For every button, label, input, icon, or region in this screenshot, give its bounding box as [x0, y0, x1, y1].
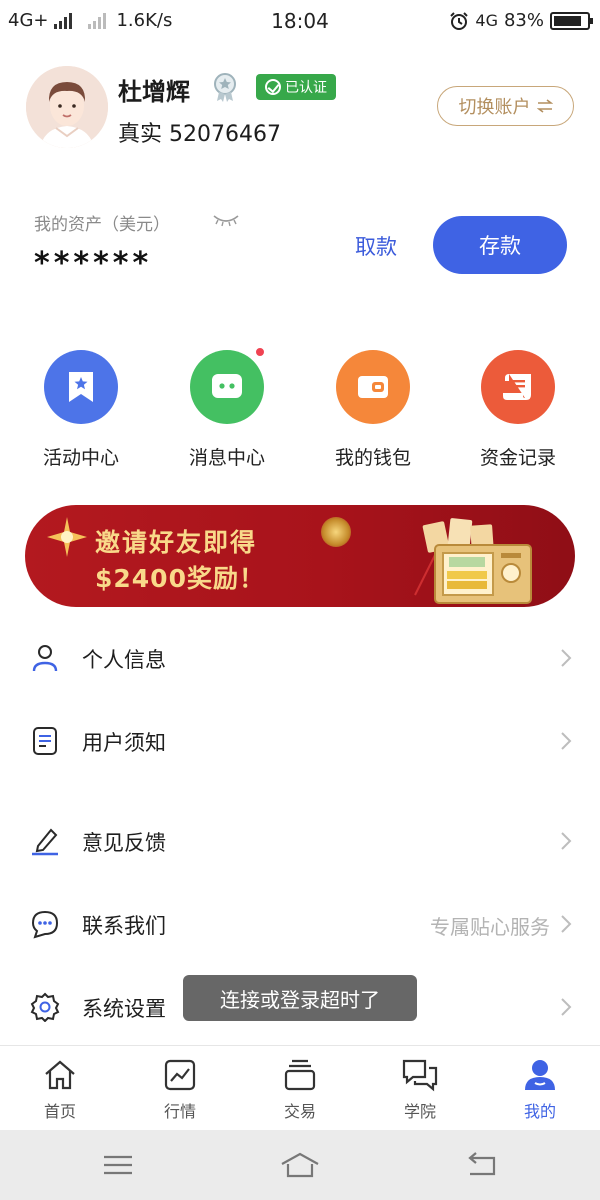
account-number: 52076467 — [169, 122, 281, 147]
quick-action-fund-records[interactable]: 资金记录 — [463, 350, 573, 470]
avatar[interactable] — [26, 66, 108, 148]
menu-item-feedback[interactable]: 意见反馈 — [0, 811, 600, 871]
quick-action-circle — [336, 350, 410, 424]
toast-message: 连接或登录超时了 — [183, 975, 417, 1021]
treasure-safe-icon — [414, 518, 532, 604]
menu-item-label: 用户须知 — [82, 731, 166, 755]
status-bar: 4G+ 1.6K/s 18:04 4G 83% — [0, 0, 600, 44]
withdraw-button[interactable]: 取款 — [336, 230, 416, 264]
quick-action-circle — [44, 350, 118, 424]
menu-item-hint: 专属贴心服务 — [430, 915, 550, 939]
bookmark-star-icon — [69, 372, 93, 402]
chat-bubbles-icon — [402, 1059, 438, 1092]
home-icon — [45, 1060, 75, 1090]
pencil-icon — [32, 828, 58, 856]
tab-label: 首页 — [43, 1102, 76, 1121]
tab-home[interactable]: 首页 — [0, 1058, 120, 1122]
back-arrow-icon[interactable] — [462, 1150, 502, 1180]
system-navigation-bar — [0, 1130, 600, 1200]
asset-label: 我的资产（美元） — [34, 215, 170, 235]
menu-item-label: 系统设置 — [82, 997, 166, 1021]
quick-action-my-wallet[interactable]: 我的钱包 — [318, 350, 428, 470]
menu-item-user-notice[interactable]: 用户须知 — [0, 711, 600, 771]
medal-icon — [214, 73, 236, 102]
tab-label: 交易 — [283, 1102, 316, 1121]
bottom-tab-bar: 首页 行情 交易 学院 我的 — [0, 1045, 600, 1130]
document-icon — [33, 727, 57, 755]
quick-action-activity-center[interactable]: 活动中心 — [26, 350, 136, 470]
chat-dots-icon — [31, 910, 59, 939]
chat-bubble-icon — [212, 374, 242, 398]
account-info: 真实 52076467 — [118, 116, 281, 148]
user-name: 杜增辉 — [118, 78, 190, 106]
unread-dot-badge — [254, 346, 266, 358]
alarm-clock-icon — [450, 11, 469, 30]
menu-lines-icon[interactable] — [98, 1150, 138, 1180]
asset-value: ****** — [34, 246, 153, 281]
deposit-button[interactable]: 存款 — [433, 216, 567, 274]
check-circle-icon — [265, 79, 281, 95]
switch-account-label: 切换账户 — [458, 97, 531, 118]
tab-mine[interactable]: 我的 — [480, 1058, 600, 1122]
chart-icon — [164, 1059, 196, 1091]
menu-item-label: 意见反馈 — [82, 831, 166, 855]
quick-action-label: 资金记录 — [479, 447, 556, 469]
battery-icon — [550, 11, 593, 30]
tab-label: 学院 — [403, 1102, 436, 1121]
battery-percent: 83% — [503, 10, 544, 31]
switch-account-button[interactable]: 切换账户 — [437, 86, 574, 126]
menu-item-label: 个人信息 — [82, 648, 166, 672]
gold-coin-icon — [321, 517, 351, 547]
banner-title: 邀请好友即得 — [95, 528, 258, 557]
network-type-right: 4G — [475, 11, 498, 30]
person-icon — [32, 645, 58, 672]
home-outline-icon[interactable] — [280, 1150, 320, 1180]
quick-action-label: 活动中心 — [42, 447, 119, 469]
scroll-record-icon — [503, 374, 531, 400]
quick-action-message-center[interactable]: 消息中心 — [172, 346, 282, 470]
menu-item-label: 联系我们 — [82, 914, 166, 938]
tab-label: 行情 — [163, 1102, 196, 1121]
status-right: 4G 83% — [449, 10, 593, 31]
tab-market[interactable]: 行情 — [120, 1058, 240, 1122]
quick-action-circle — [190, 346, 266, 424]
quick-action-label: 我的钱包 — [334, 447, 411, 469]
gear-icon — [30, 992, 60, 1022]
tab-trade[interactable]: 交易 — [240, 1058, 360, 1122]
user-icon — [525, 1060, 555, 1090]
stack-icon — [284, 1059, 316, 1091]
invite-friends-banner[interactable]: 邀请好友即得 $2400奖励！ — [25, 505, 575, 607]
verified-label: 已认证 — [285, 80, 327, 96]
quick-action-circle — [481, 350, 555, 424]
chevron-right-icon — [561, 915, 572, 933]
swap-arrows-icon — [536, 99, 553, 113]
chevron-right-icon — [561, 649, 572, 667]
sparkle-star-icon — [47, 517, 87, 557]
quick-action-label: 消息中心 — [188, 447, 265, 469]
tab-label: 我的 — [523, 1102, 556, 1121]
verified-badge: 已认证 — [256, 74, 336, 100]
menu-item-contact-us[interactable]: 联系我们 专属贴心服务 — [0, 894, 600, 954]
eye-closed-icon[interactable] — [212, 212, 240, 228]
deposit-label: 存款 — [479, 234, 521, 258]
chevron-right-icon — [561, 732, 572, 750]
tab-academy[interactable]: 学院 — [360, 1058, 480, 1122]
account-type: 真实 — [118, 122, 163, 147]
avatar-illustration-icon — [26, 66, 108, 148]
banner-reward: $2400奖励！ — [95, 564, 265, 593]
menu-item-personal-info[interactable]: 个人信息 — [0, 628, 600, 688]
wallet-icon — [358, 376, 388, 398]
chevron-right-icon — [561, 998, 572, 1016]
chevron-right-icon — [561, 832, 572, 850]
